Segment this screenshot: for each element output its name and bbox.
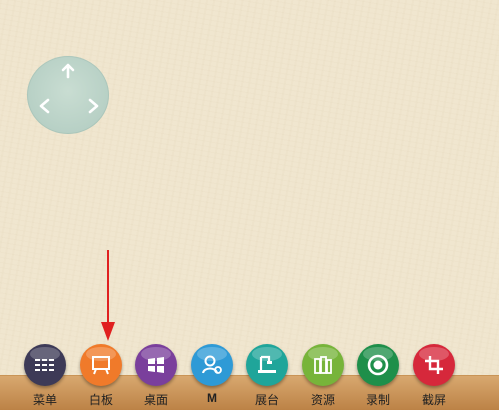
- menu-grid-icon: [24, 344, 66, 386]
- dock-label: 菜单: [32, 393, 57, 407]
- dock-item-screenshot[interactable]: 截屏: [411, 344, 457, 410]
- crop-icon: [413, 344, 455, 386]
- dock-item-resources[interactable]: 资源: [300, 344, 346, 410]
- dock-item-record[interactable]: 录制: [355, 344, 401, 410]
- dock-label: 截屏: [421, 393, 446, 407]
- record-icon: [357, 344, 399, 386]
- windows-icon: [135, 344, 177, 386]
- books-icon: [302, 344, 344, 386]
- dock-label: M: [207, 391, 217, 405]
- user-link-icon: [191, 344, 233, 386]
- arrow-up-icon[interactable]: [58, 62, 78, 82]
- dock-item-m[interactable]: M: [189, 344, 235, 410]
- red-down-arrow: [101, 250, 115, 341]
- dock-label: 资源: [310, 393, 335, 407]
- dock-item-menu[interactable]: 菜单: [22, 344, 68, 410]
- chevron-right-icon[interactable]: [83, 96, 103, 116]
- dock-item-whiteboard[interactable]: 白板: [78, 344, 124, 410]
- direction-pad[interactable]: [27, 56, 109, 134]
- document-camera-icon: [246, 344, 288, 386]
- dock-item-booth[interactable]: 展台: [244, 344, 290, 410]
- dock-label: 展台: [254, 393, 279, 407]
- chevron-left-icon[interactable]: [35, 96, 55, 116]
- dock-item-desktop[interactable]: 桌面: [133, 344, 179, 410]
- dock-label: 桌面: [143, 393, 168, 407]
- whiteboard-icon: [80, 344, 122, 386]
- dock-label: 白板: [88, 393, 113, 407]
- dock-label: 录制: [365, 393, 390, 407]
